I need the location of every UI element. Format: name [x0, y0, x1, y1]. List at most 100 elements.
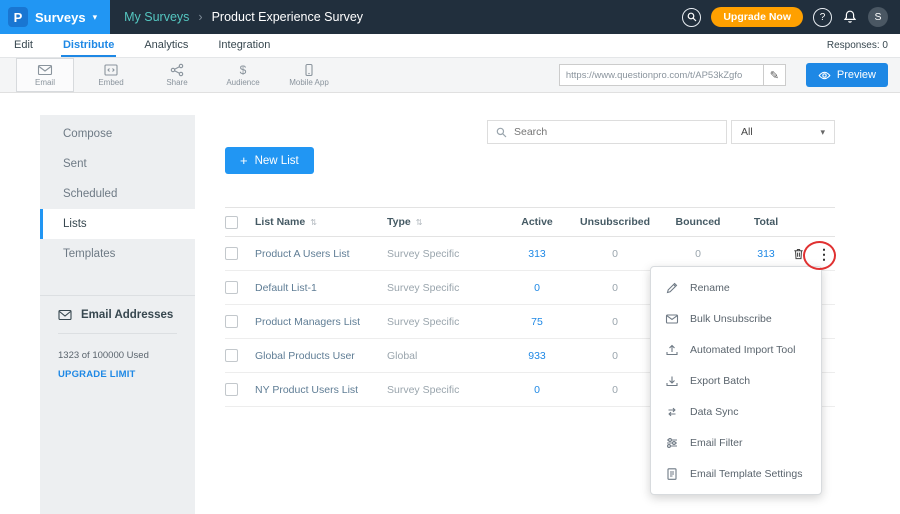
list-name-link[interactable]: NY Product Users List — [255, 384, 387, 396]
list-name-link[interactable]: Default List-1 — [255, 282, 387, 294]
email-addresses-header: Email Addresses — [58, 296, 177, 334]
notifications-button[interactable] — [842, 9, 858, 25]
menu-item-automated-import-tool[interactable]: Automated Import Tool — [651, 334, 821, 365]
breadcrumb-my-surveys[interactable]: My Surveys — [124, 10, 189, 24]
pencil-icon: ✎ — [770, 69, 779, 82]
menu-item-bulk-unsubscribe[interactable]: Bulk Unsubscribe — [651, 303, 821, 334]
select-all-checkbox[interactable] — [225, 216, 238, 229]
channel-share[interactable]: Share — [148, 58, 206, 92]
channel-audience[interactable]: $ Audience — [214, 58, 272, 92]
sidebar-items: Compose Sent Scheduled Lists Templates — [40, 115, 195, 269]
active-count[interactable]: 0 — [503, 384, 571, 396]
email-addresses-title: Email Addresses — [81, 309, 173, 321]
channel-mobile-app[interactable]: Mobile App — [280, 58, 338, 92]
upgrade-now-button[interactable]: Upgrade Now — [711, 7, 803, 27]
email-addresses-section: Email Addresses 1323 of 100000 Used UPGR… — [40, 295, 195, 380]
list-name-link[interactable]: Product Managers List — [255, 316, 387, 328]
menu-item-label: Bulk Unsubscribe — [690, 313, 772, 325]
list-name-link[interactable]: Global Products User — [255, 350, 387, 362]
email-template-settings-icon — [665, 467, 679, 481]
header-active: Active — [503, 216, 571, 228]
channel-email-label: Email — [35, 78, 55, 87]
sort-icon[interactable]: ⇅ — [416, 218, 423, 227]
menu-item-label: Data Sync — [690, 406, 738, 418]
edit-url-button[interactable]: ✎ — [764, 64, 786, 86]
new-list-button[interactable]: + New List — [225, 147, 314, 174]
page: P Surveys ▾ My Surveys › Product Experie… — [0, 0, 900, 514]
topbar-actions: Upgrade Now ? S — [682, 7, 900, 27]
menu-item-label: Automated Import Tool — [690, 344, 795, 356]
top-bar: P Surveys ▾ My Surveys › Product Experie… — [0, 0, 900, 34]
new-list-label: New List — [255, 155, 299, 167]
unsubscribed-count: 0 — [571, 316, 659, 328]
filter-value: All — [741, 126, 753, 138]
total-count[interactable]: 313 — [737, 248, 795, 260]
tab-edit[interactable]: Edit — [12, 34, 35, 57]
menu-item-export-batch[interactable]: Export Batch — [651, 365, 821, 396]
menu-item-email-filter[interactable]: Email Filter — [651, 427, 821, 458]
tab-integration[interactable]: Integration — [216, 34, 272, 57]
sidebar-item-lists[interactable]: Lists — [40, 209, 195, 239]
active-count[interactable]: 313 — [503, 248, 571, 260]
delete-list-button[interactable] — [792, 247, 805, 261]
upgrade-limit-link[interactable]: UPGRADE LIMIT — [58, 369, 177, 380]
row-checkbox[interactable] — [225, 247, 238, 260]
list-type: Survey Specific — [387, 248, 503, 260]
bounced-count: 0 — [659, 248, 737, 260]
row-checkbox[interactable] — [225, 315, 238, 328]
tab-analytics[interactable]: Analytics — [142, 34, 190, 57]
list-type: Survey Specific — [387, 316, 503, 328]
breadcrumb: My Surveys › Product Experience Survey — [124, 10, 363, 24]
row-checkbox[interactable] — [225, 349, 238, 362]
channel-embed[interactable]: Embed — [82, 58, 140, 92]
channel-share-label: Share — [166, 78, 187, 87]
survey-url-group: ✎ — [559, 64, 786, 86]
active-count[interactable]: 75 — [503, 316, 571, 328]
header-total: Total — [737, 216, 795, 228]
sort-icon[interactable]: ⇅ — [310, 218, 317, 227]
unsubscribed-count: 0 — [571, 384, 659, 396]
plus-icon: + — [240, 153, 248, 168]
trash-icon — [792, 247, 805, 261]
menu-item-rename[interactable]: Rename — [651, 272, 821, 303]
list-name-link[interactable]: Product A Users List — [255, 248, 387, 260]
user-avatar[interactable]: S — [868, 7, 888, 27]
help-button[interactable]: ? — [813, 8, 832, 27]
breadcrumb-separator-icon: › — [198, 10, 202, 24]
surveys-menu-button[interactable]: P Surveys ▾ — [0, 0, 110, 34]
menu-item-label: Rename — [690, 282, 730, 294]
list-search-input[interactable] — [514, 126, 718, 138]
distribute-toolbar: Email Embed Share $ Audience Mobile App … — [0, 58, 900, 93]
tab-distribute[interactable]: Distribute — [61, 34, 116, 57]
sidebar-item-compose[interactable]: Compose — [40, 119, 195, 149]
search-button[interactable] — [682, 8, 701, 27]
row-checkbox[interactable] — [225, 383, 238, 396]
menu-item-label: Export Batch — [690, 375, 750, 387]
eye-icon — [818, 70, 831, 81]
list-type: Global — [387, 350, 503, 362]
bell-icon — [842, 9, 858, 25]
menu-item-email-template-settings[interactable]: Email Template Settings — [651, 458, 821, 489]
list-filter-dropdown[interactable]: All ▾ — [731, 120, 835, 144]
row-menu-button[interactable]: ⋮ — [813, 247, 835, 261]
channel-mobile-label: Mobile App — [289, 78, 329, 87]
audience-dollar-icon: $ — [240, 63, 247, 77]
search-icon — [687, 12, 697, 22]
menu-item-data-sync[interactable]: Data Sync — [651, 396, 821, 427]
header-type[interactable]: Type⇅ — [387, 216, 503, 228]
survey-url-input[interactable] — [559, 64, 764, 86]
sidebar-item-sent[interactable]: Sent — [40, 149, 195, 179]
channel-email[interactable]: Email — [16, 58, 74, 92]
list-type: Survey Specific — [387, 384, 503, 396]
header-list-name[interactable]: List Name⇅ — [255, 216, 387, 228]
unsubscribed-count: 0 — [571, 350, 659, 362]
sidebar-item-templates[interactable]: Templates — [40, 239, 195, 269]
sidebar-item-scheduled[interactable]: Scheduled — [40, 179, 195, 209]
active-count[interactable]: 0 — [503, 282, 571, 294]
header-unsubscribed: Unsubscribed — [571, 216, 659, 228]
chevron-down-icon: ▾ — [93, 12, 98, 23]
row-checkbox[interactable] — [225, 281, 238, 294]
preview-button[interactable]: Preview — [806, 63, 888, 87]
email-filter-icon — [665, 436, 679, 450]
active-count[interactable]: 933 — [503, 350, 571, 362]
